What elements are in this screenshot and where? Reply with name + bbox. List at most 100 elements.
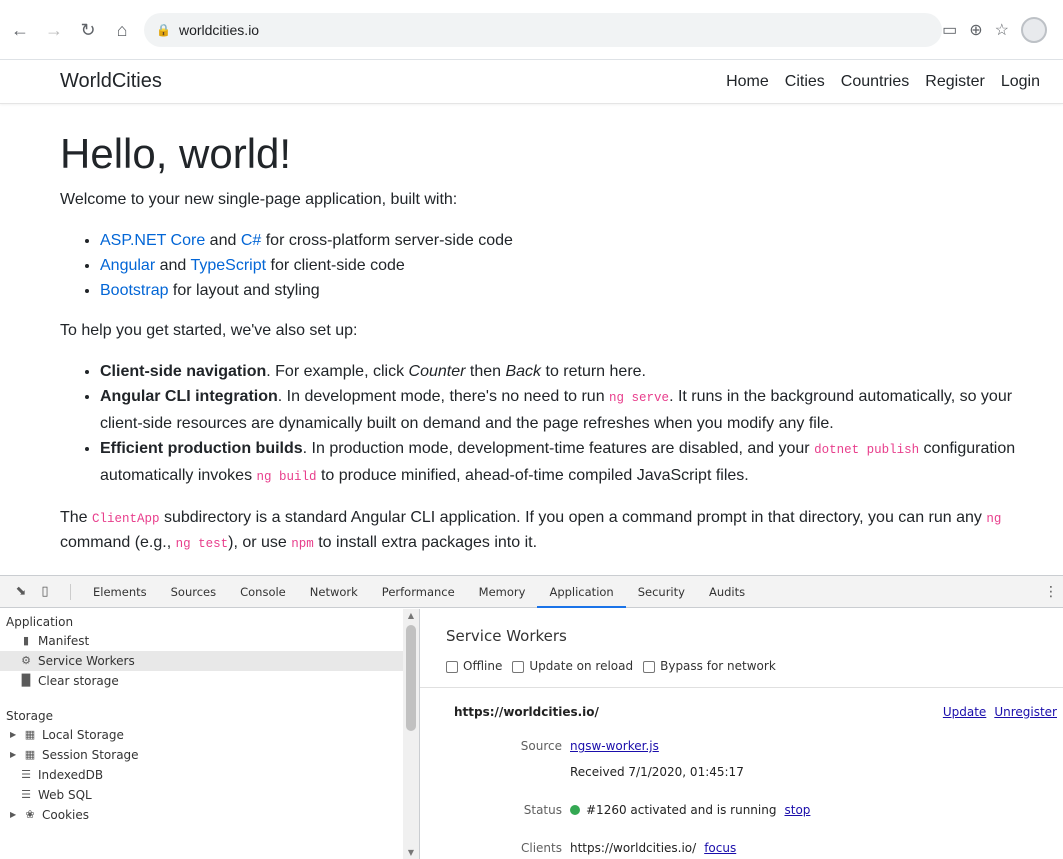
inspect-icon[interactable]: ⬊ bbox=[12, 583, 30, 601]
tab-memory[interactable]: Memory bbox=[467, 576, 538, 608]
tab-network[interactable]: Network bbox=[298, 576, 370, 608]
tab-sources[interactable]: Sources bbox=[159, 576, 229, 608]
checkbox-box[interactable] bbox=[512, 660, 525, 673]
clients-label: Clients bbox=[521, 841, 562, 855]
sidebar-item-cookies[interactable]: ▶ ❀ Cookies bbox=[0, 805, 403, 825]
device-toolbar-icon[interactable]: ▯ bbox=[36, 583, 54, 601]
csharp-link[interactable]: C# bbox=[241, 232, 261, 249]
service-workers-pane: Service Workers Offline Update on reload… bbox=[420, 609, 1063, 859]
list-text: then bbox=[465, 363, 506, 380]
more-options-icon[interactable]: ⋮ bbox=[1039, 584, 1063, 600]
intro-text: Welcome to your new single-page applicat… bbox=[60, 191, 458, 208]
database-icon: ☰ bbox=[21, 788, 31, 801]
update-link[interactable]: Update bbox=[943, 705, 986, 719]
page-title: Hello, world! bbox=[60, 130, 292, 177]
address-bar[interactable]: 🔒 worldcities.io bbox=[144, 13, 943, 47]
list-text: to produce minified, ahead-of-time compi… bbox=[316, 467, 749, 484]
code-text: npm bbox=[291, 537, 314, 551]
update-on-reload-checkbox[interactable]: Update on reload bbox=[512, 659, 633, 673]
expand-arrow-icon[interactable]: ▶ bbox=[10, 745, 18, 765]
nav-login[interactable]: Login bbox=[1001, 73, 1040, 91]
footer-text: The ClientApp subdirectory is a standard… bbox=[60, 506, 1040, 556]
tab-performance[interactable]: Performance bbox=[370, 576, 467, 608]
sidebar-item-label: Session Storage bbox=[42, 748, 139, 762]
received-row: Received 7/1/2020, 01:45:17 bbox=[420, 765, 1060, 779]
angular-link[interactable]: Angular bbox=[100, 257, 155, 274]
sidebar-scrollbar[interactable]: ▲ ▼ bbox=[403, 609, 419, 859]
sidebar-item-web-sql[interactable]: ☰ Web SQL bbox=[0, 785, 403, 805]
tab-console[interactable]: Console bbox=[228, 576, 298, 608]
bold-text: Angular CLI integration bbox=[100, 388, 278, 405]
list-text: for layout and styling bbox=[168, 282, 320, 299]
list-text: for client-side code bbox=[266, 257, 405, 274]
star-icon[interactable]: ☆ bbox=[995, 20, 1009, 40]
devtools-sidebar: Application ▮ Manifest ⚙ Service Workers █… bbox=[0, 609, 420, 859]
add-icon[interactable]: ⊕ bbox=[969, 20, 982, 40]
divider bbox=[420, 687, 1063, 688]
offline-checkbox[interactable]: Offline bbox=[446, 659, 502, 673]
profile-icon[interactable] bbox=[1021, 17, 1047, 43]
sw-actions: Update Unregister bbox=[943, 705, 1057, 719]
checkbox-box[interactable] bbox=[643, 660, 656, 673]
empty-label bbox=[420, 765, 570, 779]
expand-arrow-icon[interactable]: ▶ bbox=[10, 805, 18, 825]
home-icon[interactable]: ⌂ bbox=[112, 20, 132, 40]
tab-application[interactable]: Application bbox=[537, 576, 626, 608]
nav-countries[interactable]: Countries bbox=[841, 73, 909, 91]
browser-toolbar: ← → ↻ ⌂ 🔒 worldcities.io ▭ ⊕ ☆ bbox=[0, 0, 1063, 60]
stop-link[interactable]: stop bbox=[784, 803, 810, 817]
focus-link[interactable]: focus bbox=[704, 841, 736, 855]
nav-register[interactable]: Register bbox=[925, 73, 985, 91]
sidebar-item-label: IndexedDB bbox=[38, 768, 104, 782]
pane-title: Service Workers bbox=[446, 627, 567, 645]
status-dot-icon bbox=[570, 805, 580, 815]
aspnet-link[interactable]: ASP.NET Core bbox=[100, 232, 205, 249]
cookie-icon: ❀ bbox=[25, 808, 35, 821]
text: to install extra packages into it. bbox=[313, 534, 538, 551]
checkbox-label: Update on reload bbox=[529, 659, 634, 673]
sidebar-item-label: Service Workers bbox=[38, 654, 135, 668]
brand-link[interactable]: WorldCities bbox=[60, 70, 162, 93]
database-icon: ☰ bbox=[21, 768, 31, 781]
code-text: ng test bbox=[175, 537, 229, 551]
received-text: Received 7/1/2020, 01:45:17 bbox=[570, 765, 744, 779]
sidebar-item-session-storage[interactable]: ▶ ▦ Session Storage bbox=[0, 745, 403, 765]
text: subdirectory is a standard Angular CLI a… bbox=[159, 509, 987, 526]
expand-arrow-icon[interactable]: ▶ bbox=[10, 725, 18, 745]
sidebar-item-local-storage[interactable]: ▶ ▦ Local Storage bbox=[0, 725, 403, 745]
unregister-link[interactable]: Unregister bbox=[994, 705, 1057, 719]
forward-icon[interactable]: → bbox=[44, 20, 64, 40]
nav-home[interactable]: Home bbox=[726, 73, 769, 91]
sidebar-item-indexeddb[interactable]: ☰ IndexedDB bbox=[0, 765, 403, 785]
sidebar-item-clear-storage[interactable]: █ Clear storage bbox=[0, 671, 403, 691]
back-icon[interactable]: ← bbox=[10, 20, 30, 40]
bootstrap-link[interactable]: Bootstrap bbox=[100, 282, 168, 299]
setup-intro: To help you get started, we've also set … bbox=[60, 322, 358, 339]
sidebar-item-label: Cookies bbox=[42, 808, 89, 822]
scroll-down-icon[interactable]: ▼ bbox=[403, 846, 419, 859]
bypass-network-checkbox[interactable]: Bypass for network bbox=[643, 659, 776, 673]
reload-icon[interactable]: ↻ bbox=[78, 20, 98, 40]
list-item: ASP.NET Core and C# for cross-platform s… bbox=[100, 228, 1040, 253]
checkbox-box[interactable] bbox=[446, 660, 458, 673]
list-text: . In development mode, there's no need t… bbox=[277, 388, 610, 405]
tab-audits[interactable]: Audits bbox=[697, 576, 757, 608]
tab-security[interactable]: Security bbox=[626, 576, 697, 608]
built-with-list: ASP.NET Core and C# for cross-platform s… bbox=[100, 228, 1040, 303]
sidebar-item-manifest[interactable]: ▮ Manifest bbox=[0, 631, 403, 651]
grid-icon: ▦ bbox=[24, 748, 36, 761]
checkbox-label: Offline bbox=[463, 659, 503, 673]
typescript-link[interactable]: TypeScript bbox=[190, 257, 266, 274]
source-link[interactable]: ngsw-worker.js bbox=[570, 739, 659, 753]
sidebar-item-service-workers[interactable]: ⚙ Service Workers bbox=[0, 651, 403, 671]
status-row: Status #1260 activated and is running sto… bbox=[420, 803, 1060, 817]
code-text: ng serve bbox=[609, 391, 670, 405]
scroll-thumb[interactable] bbox=[406, 625, 416, 731]
cast-icon[interactable]: ▭ bbox=[942, 20, 957, 40]
sw-origin: https://worldcities.io/ bbox=[454, 705, 599, 719]
nav-cities[interactable]: Cities bbox=[785, 73, 825, 91]
devtools-tabbar: ⬊ ▯ Elements Sources Console Network Per… bbox=[0, 576, 1063, 608]
tab-elements[interactable]: Elements bbox=[81, 576, 159, 608]
list-item: Efficient production builds. In producti… bbox=[100, 436, 1040, 490]
scroll-up-icon[interactable]: ▲ bbox=[403, 609, 419, 623]
